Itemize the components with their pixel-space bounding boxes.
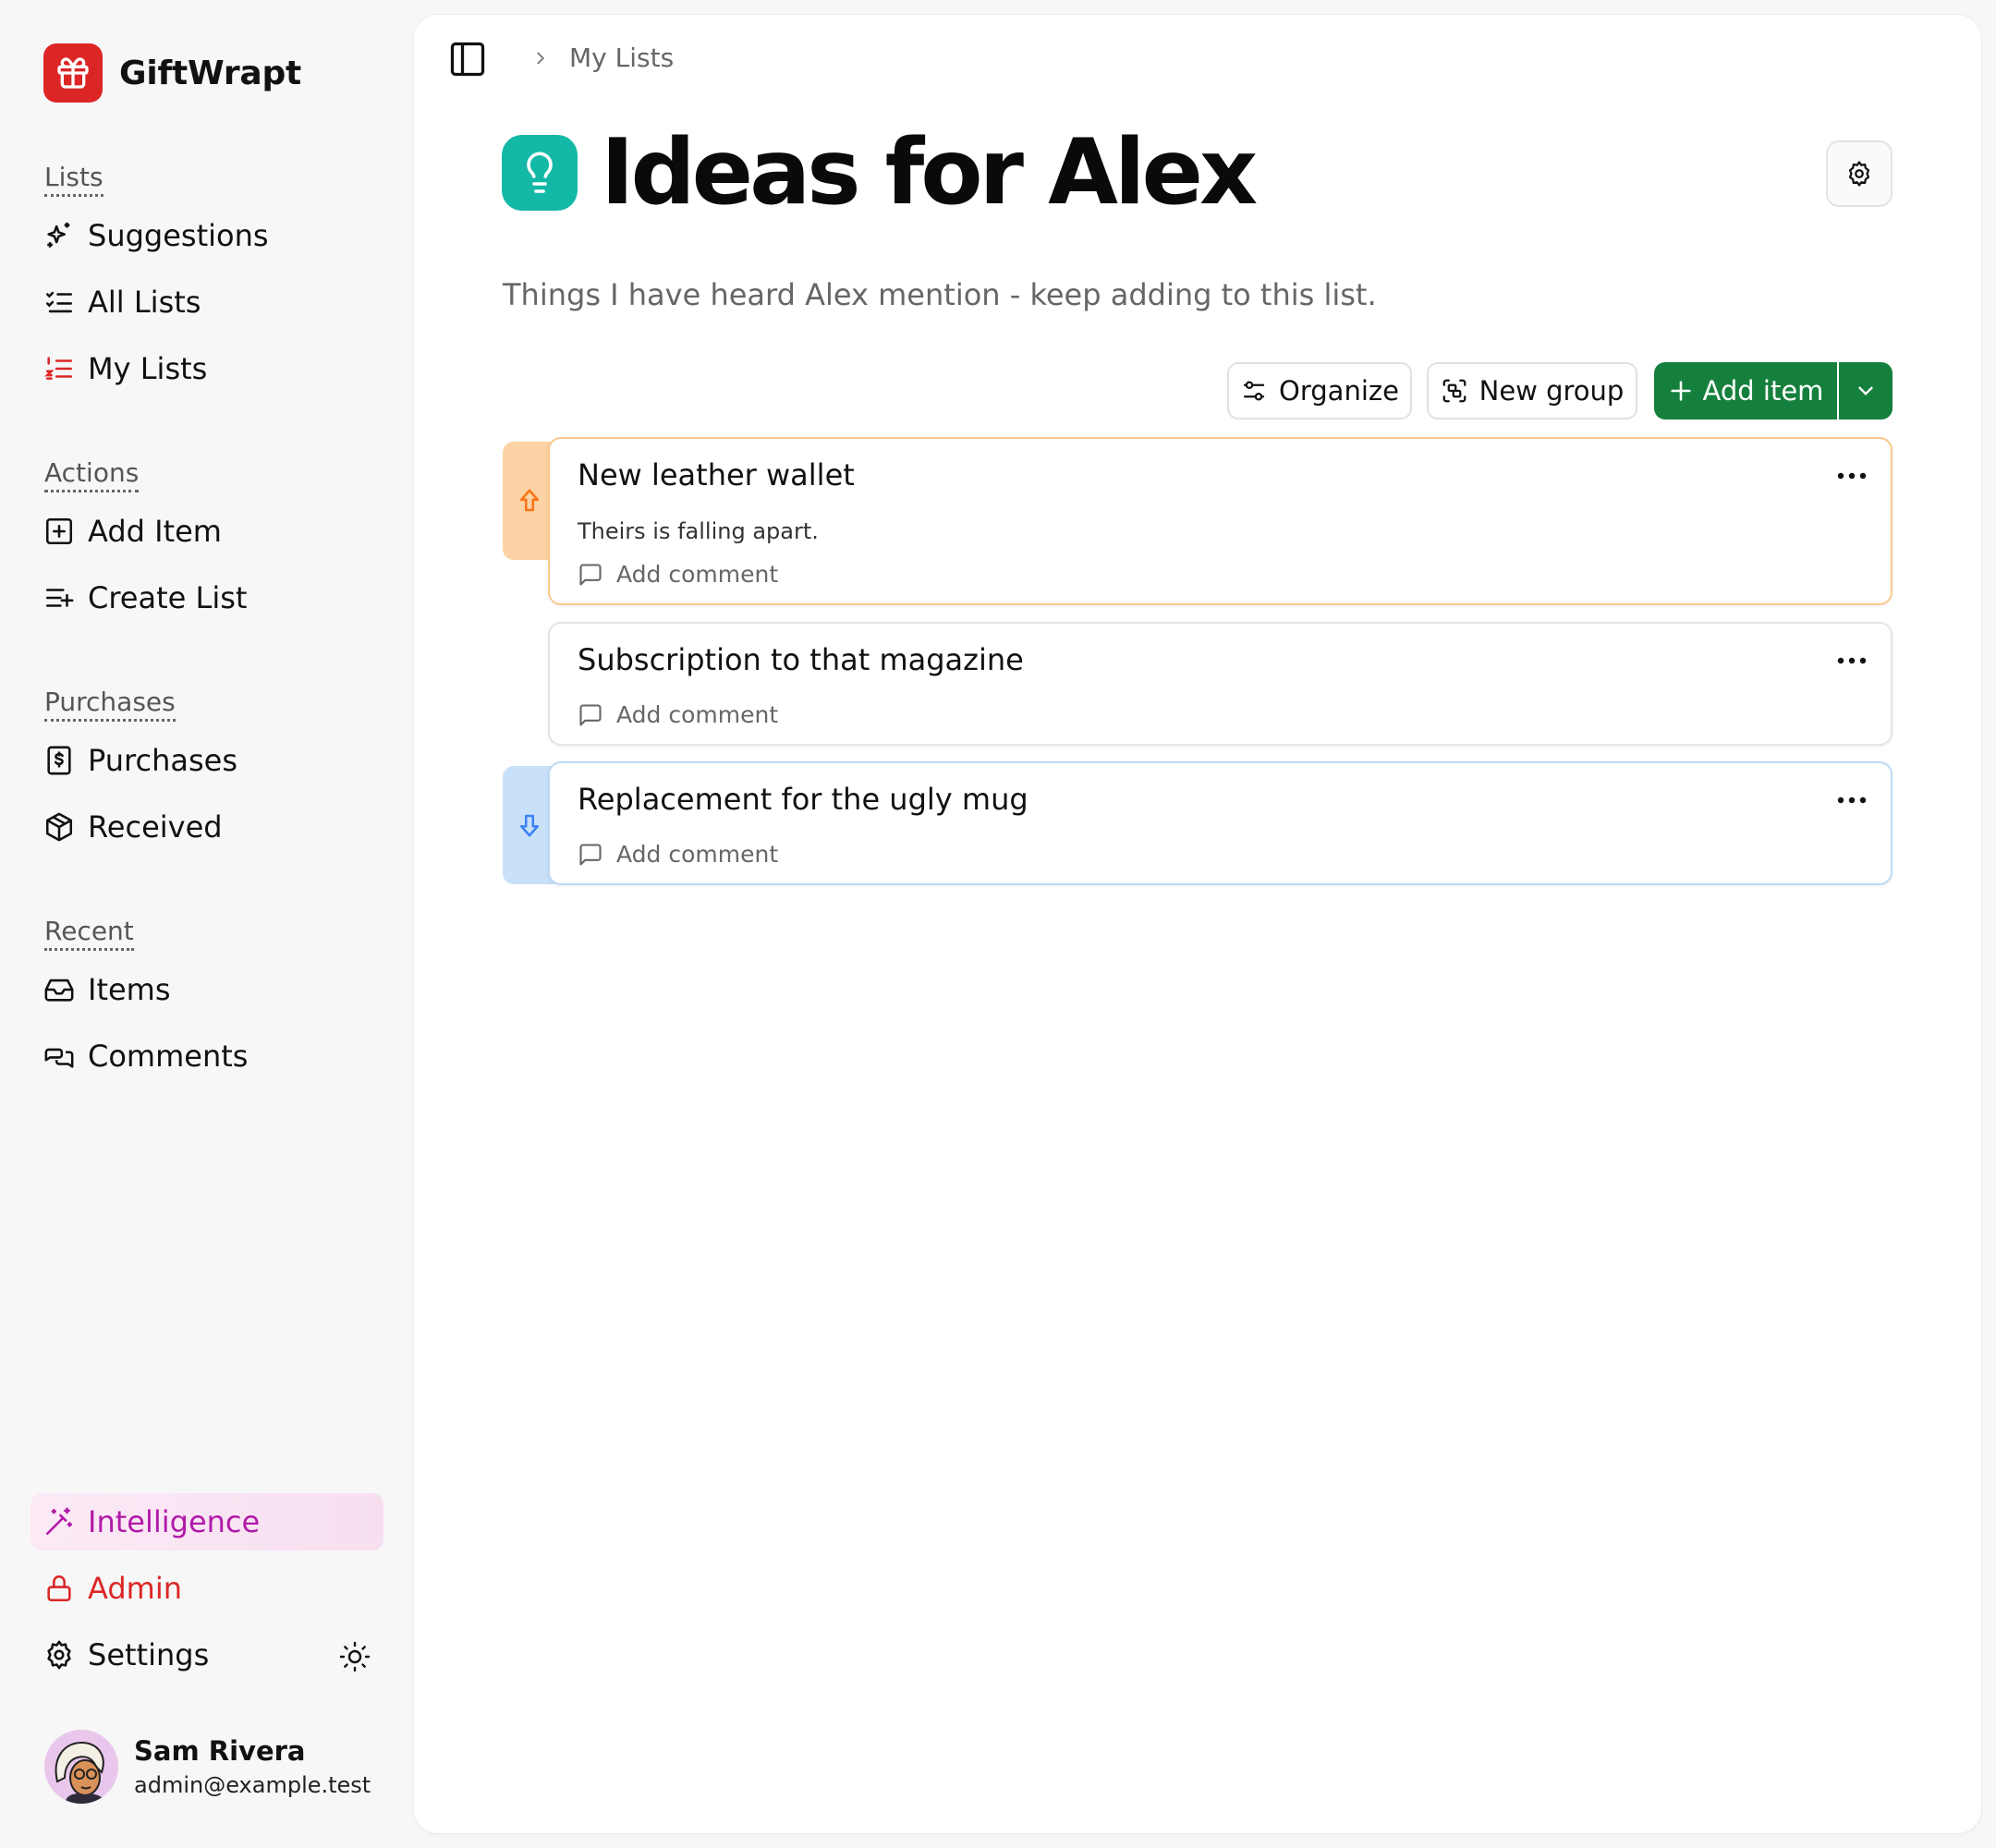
package-icon <box>45 812 73 842</box>
item-title: Subscription to that magazine <box>578 642 1024 677</box>
sidebar: GiftWrapt Lists Suggestions All Lists My… <box>0 0 414 1848</box>
sidebar-item-my-lists[interactable]: My Lists <box>30 340 383 397</box>
sidebar-item-items[interactable]: Items <box>30 961 383 1018</box>
list-description: Things I have heard Alex mention - keep … <box>503 277 1377 312</box>
chevron-right-icon <box>537 52 545 65</box>
add-comment-button[interactable]: Add comment <box>578 561 778 588</box>
lightbulb-icon <box>502 135 578 211</box>
organize-label: Organize <box>1279 375 1399 407</box>
sidebar-toggle-icon[interactable] <box>447 39 488 79</box>
comment-icon <box>579 703 602 726</box>
sidebar-item-received[interactable]: Received <box>30 798 383 856</box>
messages-icon <box>44 1048 74 1068</box>
sidebar-item-add-item[interactable]: Add Item <box>30 503 383 560</box>
sidebar-item-label: Admin <box>88 1571 182 1606</box>
user-name: Sam Rivera <box>134 1735 306 1767</box>
add-item-button[interactable]: Add item <box>1654 362 1837 419</box>
sun-icon[interactable] <box>338 1640 371 1673</box>
sidebar-item-purchases[interactable]: Purchases <box>30 732 383 789</box>
sliders-icon <box>1243 381 1265 401</box>
sidebar-item-label: Items <box>88 972 171 1007</box>
add-comment-button[interactable]: Add comment <box>578 701 778 728</box>
receipt-icon <box>47 746 71 775</box>
section-heading-purchases: Purchases <box>44 687 176 723</box>
list-item[interactable]: New leather wallet Theirs is falling apa… <box>548 437 1893 605</box>
comment-icon <box>579 843 602 866</box>
sidebar-item-label: Create List <box>88 580 248 615</box>
sidebar-item-comments[interactable]: Comments <box>30 1027 383 1085</box>
avatar <box>44 1730 118 1804</box>
main-panel: My Lists Ideas for Alex Things I have he… <box>414 15 1981 1833</box>
gear-icon <box>1848 161 1870 187</box>
gear-icon <box>47 1640 71 1670</box>
sidebar-item-label: Add Item <box>88 514 222 549</box>
more-horizontal-icon[interactable] <box>1833 465 1870 487</box>
sidebar-item-label: Settings <box>88 1637 210 1672</box>
arrow-down-icon <box>520 814 539 837</box>
section-heading-lists: Lists <box>44 162 103 198</box>
sidebar-item-label: All Lists <box>88 285 201 320</box>
sidebar-item-create-list[interactable]: Create List <box>30 569 383 626</box>
sidebar-item-label: Comments <box>88 1039 249 1074</box>
item-note: Theirs is falling apart. <box>578 518 819 544</box>
group-icon <box>1442 379 1467 403</box>
app-name: GiftWrapt <box>119 54 302 92</box>
user-email: admin@example.test <box>134 1772 371 1798</box>
breadcrumb[interactable]: My Lists <box>569 43 674 73</box>
list-checks-icon <box>45 291 73 313</box>
list-settings-button[interactable] <box>1826 140 1893 207</box>
item-title: Replacement for the ugly mug <box>578 782 1028 817</box>
sidebar-item-label: Suggestions <box>88 218 269 253</box>
sidebar-item-label: Intelligence <box>88 1504 261 1539</box>
lock-icon <box>47 1575 71 1602</box>
more-horizontal-icon[interactable] <box>1833 650 1870 672</box>
arrow-up-icon <box>520 489 539 512</box>
new-group-label: New group <box>1479 375 1625 407</box>
brand[interactable]: GiftWrapt <box>43 43 301 103</box>
add-item-dropdown-button[interactable] <box>1839 362 1893 419</box>
sidebar-item-settings[interactable]: Settings <box>30 1626 383 1684</box>
section-heading-actions: Actions <box>44 457 140 493</box>
list-item[interactable]: Replacement for the ugly mug Add comment <box>548 761 1893 885</box>
square-plus-icon <box>45 517 73 545</box>
add-comment-label: Add comment <box>616 701 779 728</box>
comment-icon <box>579 563 602 586</box>
add-item-label: Add item <box>1702 375 1824 407</box>
chevron-down-icon <box>1858 386 1873 395</box>
sidebar-item-admin[interactable]: Admin <box>30 1560 383 1617</box>
new-group-button[interactable]: New group <box>1427 362 1637 419</box>
add-comment-label: Add comment <box>616 561 779 588</box>
list-item[interactable]: Subscription to that magazine Add commen… <box>548 622 1893 746</box>
list-ordered-icon <box>44 357 73 380</box>
more-horizontal-icon[interactable] <box>1833 789 1870 811</box>
sidebar-item-all-lists[interactable]: All Lists <box>30 274 383 331</box>
add-comment-button[interactable]: Add comment <box>578 841 778 868</box>
sparkles-icon <box>47 222 70 248</box>
magic-wand-icon <box>45 1507 73 1536</box>
inbox-icon <box>44 979 74 1002</box>
page-title: Ideas for Alex <box>601 120 1258 225</box>
sidebar-item-label: Received <box>88 809 223 845</box>
user-profile[interactable]: Sam Rivera admin@example.test <box>44 1730 371 1804</box>
sidebar-item-label: My Lists <box>88 351 208 386</box>
section-heading-recent: Recent <box>44 916 134 952</box>
organize-button[interactable]: Organize <box>1227 362 1412 419</box>
sidebar-item-intelligence[interactable]: Intelligence <box>30 1493 383 1550</box>
item-title: New leather wallet <box>578 457 855 492</box>
add-comment-label: Add comment <box>616 841 779 868</box>
plus-icon <box>1670 381 1691 401</box>
list-plus-icon <box>45 589 74 607</box>
sidebar-item-suggestions[interactable]: Suggestions <box>30 207 383 264</box>
sidebar-item-label: Purchases <box>88 743 237 778</box>
gift-icon <box>43 43 103 103</box>
